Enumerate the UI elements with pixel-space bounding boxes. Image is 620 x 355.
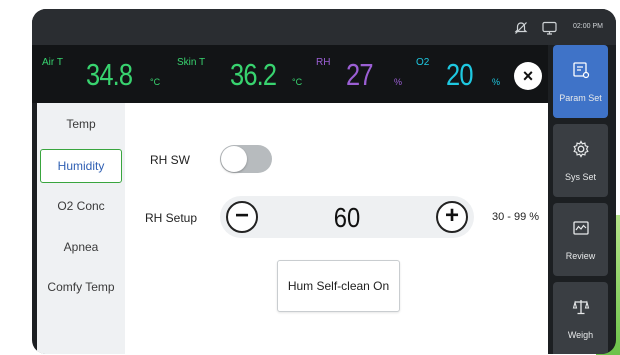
vital-label: Air T <box>42 57 63 68</box>
menu-item-o2-conc[interactable]: O2 Conc <box>40 189 122 223</box>
rh-setup-value: 60 <box>333 202 361 233</box>
toggle-knob <box>221 146 247 172</box>
nav-label: Weigh <box>567 330 594 340</box>
vital-rh: RH 27 % <box>316 45 416 103</box>
rh-sw-label: RH SW <box>150 153 190 167</box>
hum-self-clean-button[interactable]: Hum Self-clean On <box>277 260 400 312</box>
menu-item-humidity[interactable]: Humidity <box>40 149 122 183</box>
rh-setup-stepper: − 60 + <box>220 196 474 238</box>
vital-value: 34.8 <box>86 57 133 92</box>
menu-item-temp[interactable]: Temp <box>40 107 122 141</box>
menu-item-comfy-temp[interactable]: Comfy Temp <box>40 270 122 304</box>
param-set-icon <box>553 61 608 82</box>
param-panel: Temp Humidity O2 Conc Apnea Comfy Temp R… <box>37 103 548 354</box>
nav-param-set[interactable]: Param Set <box>553 45 608 118</box>
rh-setup-label: RH Setup <box>145 211 198 225</box>
nav-weigh[interactable]: Weigh <box>553 282 608 354</box>
vital-unit: °C <box>292 77 303 87</box>
device-screen: 02:00 PM Air T 34.8 °C Skin T 36.2 °C RH… <box>32 9 616 354</box>
nav-label: Sys Set <box>564 172 596 182</box>
vital-unit: °C <box>150 77 161 87</box>
right-nav: Param Set Sys Set Review Weigh <box>548 45 616 354</box>
left-menu: Temp Humidity O2 Conc Apnea Comfy Temp <box>37 103 125 354</box>
rh-range: 30 - 99 % <box>492 211 540 223</box>
review-icon <box>553 219 608 240</box>
vital-label: Skin T <box>177 57 206 68</box>
nav-label: Param Set <box>559 93 602 103</box>
vital-air-temp: Air T 34.8 °C <box>42 45 162 103</box>
vitals-bar: Air T 34.8 °C Skin T 36.2 °C RH 27 % O2 … <box>32 45 548 103</box>
status-bar: 02:00 PM <box>32 9 616 45</box>
clock: 02:00 PM <box>573 23 603 30</box>
vital-value: 20 <box>446 57 473 92</box>
plus-icon[interactable]: + <box>436 201 468 233</box>
vital-value: 27 <box>346 57 373 92</box>
nav-label: Review <box>565 251 596 261</box>
vital-o2: O2 20 % <box>416 45 516 103</box>
alarm-off-icon <box>514 21 528 37</box>
menu-item-apnea[interactable]: Apnea <box>40 230 122 264</box>
rh-sw-toggle[interactable] <box>220 145 272 173</box>
gear-icon <box>553 140 608 161</box>
nav-sys-set[interactable]: Sys Set <box>553 124 608 197</box>
nav-review[interactable]: Review <box>553 203 608 276</box>
vital-unit: % <box>394 77 403 87</box>
monitor-icon <box>542 21 557 37</box>
vital-unit: % <box>492 77 501 87</box>
scale-icon <box>553 298 608 319</box>
close-icon[interactable]: × <box>514 62 542 90</box>
vital-value: 36.2 <box>230 57 277 92</box>
vital-label: RH <box>316 57 331 68</box>
vital-skin-temp: Skin T 36.2 °C <box>172 45 312 103</box>
vital-label: O2 <box>416 57 430 68</box>
